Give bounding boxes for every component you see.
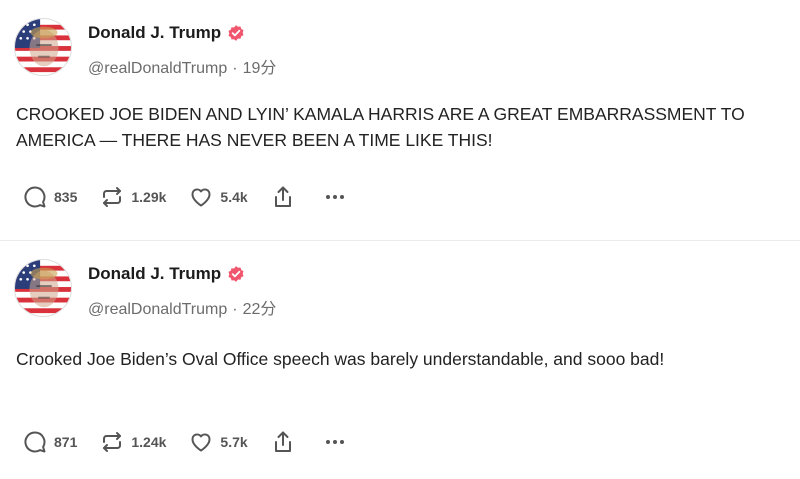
like-count: 5.7k (220, 434, 248, 450)
like-button[interactable]: 5.4k (188, 184, 248, 210)
author-handle[interactable]: @realDonaldTrump (88, 301, 227, 318)
repost-button[interactable]: 1.24k (99, 429, 166, 455)
post-time[interactable]: 22分 (243, 301, 277, 318)
author-line: Donald J. Trump (88, 263, 245, 285)
like-count: 5.4k (220, 189, 248, 205)
repost-count: 1.29k (131, 189, 167, 205)
post-header: Donald J. Trump @realDonaldTrump · 22分 (14, 259, 714, 319)
handle-line: @realDonaldTrump · 19分 (88, 54, 276, 78)
post-text: Crooked Joe Biden’s Oval Office speech w… (16, 349, 665, 369)
action-bar: 835 1.29k 5.4k (22, 182, 370, 212)
feed: Donald J. Trump @realDonaldTrump · 19分 CRO… (0, 0, 800, 479)
post[interactable]: Donald J. Trump @realDonaldTrump · 22分 Cro… (0, 241, 800, 479)
post[interactable]: Donald J. Trump @realDonaldTrump · 19分 CRO… (0, 0, 800, 241)
share-icon (270, 429, 296, 455)
reply-button[interactable]: 835 (22, 184, 77, 210)
separator: · (232, 60, 238, 77)
more-icon (322, 184, 348, 210)
like-button[interactable]: 5.7k (188, 429, 248, 455)
author-name[interactable]: Donald J. Trump (88, 264, 221, 284)
post-text: CROOKED JOE BIDEN AND LYIN’ KAMALA HARRI… (16, 104, 745, 150)
repost-count: 1.24k (131, 434, 167, 450)
more-icon (322, 429, 348, 455)
action-bar: 871 1.24k 5.7k (22, 427, 370, 457)
reply-count: 835 (54, 189, 78, 205)
reply-icon (22, 429, 48, 455)
avatar[interactable] (14, 259, 72, 317)
separator: · (232, 301, 238, 318)
more-button[interactable] (322, 184, 348, 210)
more-button[interactable] (322, 429, 348, 455)
post-time[interactable]: 19分 (243, 60, 277, 77)
verified-badge-icon (227, 24, 245, 42)
repost-icon (99, 429, 125, 455)
share-icon (270, 184, 296, 210)
heart-icon (188, 184, 214, 210)
author-handle[interactable]: @realDonaldTrump (88, 60, 227, 77)
heart-icon (188, 429, 214, 455)
share-button[interactable] (270, 429, 296, 455)
post-header: Donald J. Trump @realDonaldTrump · 19分 (14, 18, 714, 78)
repost-icon (99, 184, 125, 210)
handle-line: @realDonaldTrump · 22分 (88, 295, 276, 319)
author-name[interactable]: Donald J. Trump (88, 23, 221, 43)
reply-button[interactable]: 871 (22, 429, 77, 455)
share-button[interactable] (270, 184, 296, 210)
repost-button[interactable]: 1.29k (99, 184, 166, 210)
verified-badge-icon (227, 265, 245, 283)
avatar[interactable] (14, 18, 72, 76)
author-line: Donald J. Trump (88, 22, 245, 44)
reply-count: 871 (54, 434, 78, 450)
reply-icon (22, 184, 48, 210)
